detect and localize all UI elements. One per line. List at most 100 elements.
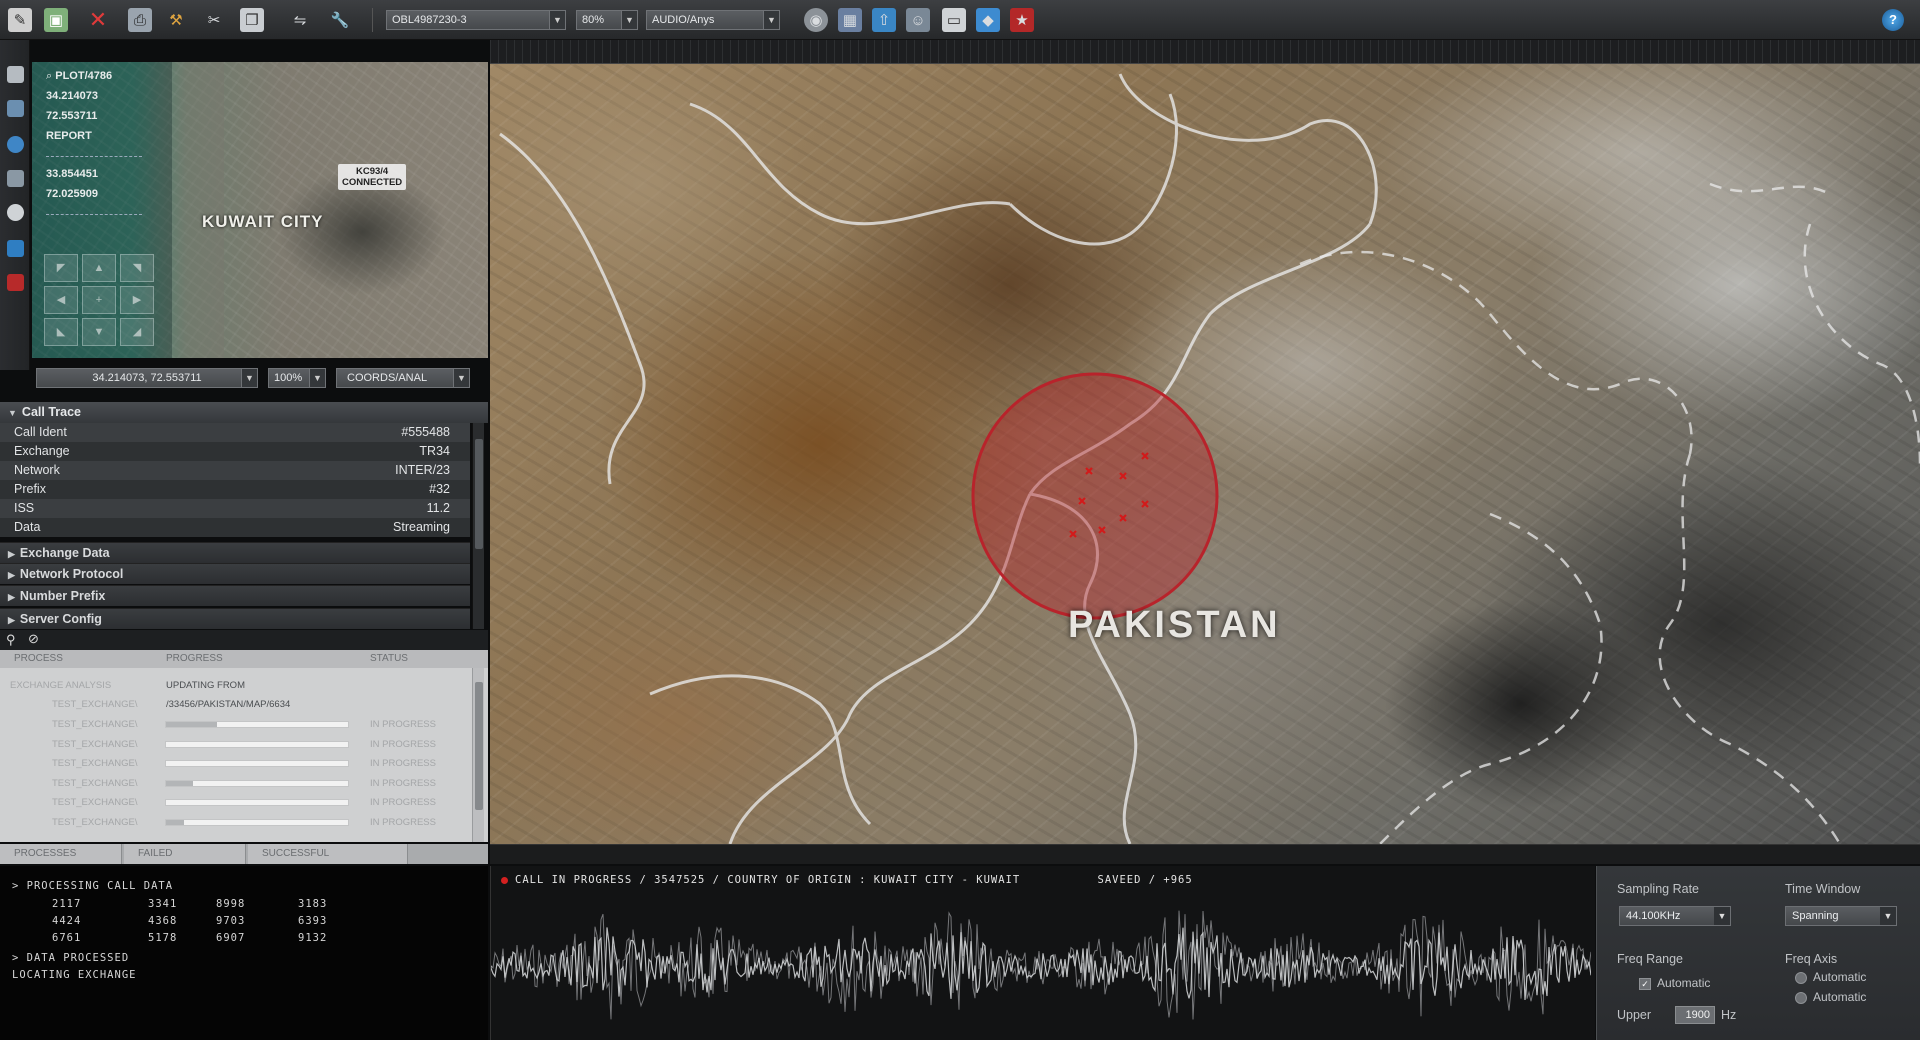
pan-down-left-button[interactable]: ◣	[44, 318, 78, 346]
upload-icon[interactable]: ⇧	[872, 8, 896, 32]
chevron-down-icon[interactable]: ▼	[453, 369, 469, 387]
pan-up-button[interactable]: ▲	[82, 254, 116, 282]
pan-up-left-button[interactable]: ◤	[44, 254, 78, 282]
trace-value: #555488	[401, 425, 450, 439]
zoom-select[interactable]: 80% ▼	[576, 10, 638, 30]
trace-value: Streaming	[393, 520, 450, 534]
freq-axis-label: Freq Axis	[1785, 952, 1838, 966]
globe-icon[interactable]	[7, 136, 24, 153]
link-icon[interactable]: ⇋	[288, 8, 312, 32]
section-server-config[interactable]: ▶ Server Config	[0, 608, 470, 629]
time-window-select[interactable]: Spanning ▼	[1785, 906, 1897, 926]
freq-range-label: Freq Range	[1617, 952, 1684, 966]
globe-icon[interactable]: ◉	[804, 8, 828, 32]
audio-select[interactable]: AUDIO/Anys ▼	[646, 10, 780, 30]
save-icon[interactable]: ▣	[44, 8, 68, 32]
chevron-down-icon[interactable]: ▼	[621, 11, 637, 29]
process-tabs: PROCESSES FAILED SUCCESSFUL	[0, 844, 488, 864]
main-map[interactable]: PAKISTAN	[490, 64, 1920, 844]
status-text: IN PROGRESS	[370, 817, 436, 828]
coords-select[interactable]: 34.214073, 72.553711 ▼	[36, 368, 258, 388]
border-line	[1008, 93, 1178, 246]
process-scrollbar[interactable]	[472, 668, 484, 842]
chevron-down-icon[interactable]: ▼	[763, 11, 779, 29]
star-icon[interactable]	[7, 274, 24, 291]
cut-icon[interactable]: ✂	[202, 8, 226, 32]
window-icon[interactable]: ▭	[942, 8, 966, 32]
pan-up-right-button[interactable]: ◥	[120, 254, 154, 282]
chevron-down-icon[interactable]: ▼	[1880, 907, 1896, 925]
cancel-icon[interactable]: ⊘	[28, 631, 39, 647]
tab-processes[interactable]: PROCESSES	[0, 844, 122, 864]
delete-icon[interactable]: ✕	[86, 7, 110, 32]
pan-right-button[interactable]: ▶	[120, 286, 154, 314]
expand-icon[interactable]: ▶	[8, 610, 15, 631]
progress-text: UPDATING FROM	[166, 680, 245, 691]
chevron-down-icon[interactable]: ▼	[549, 11, 565, 29]
expand-icon[interactable]: ▶	[8, 565, 15, 586]
table-row: TEST_EXCHANGE\ IN PROGRESS	[0, 813, 470, 833]
chevron-down-icon[interactable]: ▼	[241, 369, 257, 387]
help-icon[interactable]: ?	[1882, 9, 1904, 31]
coord1-lat: 34.214073	[46, 90, 98, 102]
panel-icon[interactable]	[7, 66, 24, 83]
pin-icon[interactable]: ⚲	[6, 632, 16, 648]
pan-down-right-button[interactable]: ◢	[120, 318, 154, 346]
collapse-icon[interactable]: ▼	[8, 403, 17, 424]
console-number: 4368	[148, 915, 178, 927]
user-icon[interactable]: ☺	[906, 8, 930, 32]
tab-successful[interactable]: SUCCESSFUL	[248, 844, 408, 864]
star-icon[interactable]: ★	[1010, 8, 1034, 32]
mini-zoom-select[interactable]: 100% ▼	[268, 368, 326, 388]
pan-left-button[interactable]: ◀	[44, 286, 78, 314]
call-trace-header[interactable]: ▼ Call Trace	[0, 402, 488, 423]
bookmark-icon[interactable]: ◆	[976, 8, 1000, 32]
sampling-rate-select[interactable]: 44.100KHz ▼	[1619, 906, 1731, 926]
scroll-thumb[interactable]	[475, 682, 483, 810]
table-row: Prefix #32	[0, 480, 470, 499]
section-number-prefix[interactable]: ▶ Number Prefix	[0, 585, 470, 606]
grid-icon[interactable]	[7, 100, 24, 117]
zoom-select-value: 80%	[582, 14, 605, 26]
expand-icon[interactable]: ▶	[8, 587, 15, 608]
mode-select[interactable]: COORDS/ANAL ▼	[336, 368, 470, 388]
search-icon[interactable]: ⌕	[46, 70, 52, 82]
chevron-down-icon[interactable]: ▼	[1714, 907, 1730, 925]
status-text: IN PROGRESS	[370, 758, 436, 770]
edit-icon[interactable]: ✎	[8, 8, 32, 32]
section-exchange-data[interactable]: ▶ Exchange Data	[0, 542, 470, 563]
user-icon[interactable]	[7, 170, 24, 187]
target-zone[interactable]	[971, 372, 1219, 620]
toolbar-divider	[372, 8, 373, 32]
chevron-down-icon[interactable]: ▼	[309, 369, 325, 387]
file-select[interactable]: OBL4987230-3 ▼	[386, 10, 566, 30]
divider	[46, 214, 142, 215]
audio-waveform[interactable]	[491, 896, 1591, 1036]
upper-frequency-input[interactable]: 1900	[1675, 1006, 1715, 1024]
expand-icon[interactable]: ▶	[8, 544, 15, 565]
table-row: TEST_EXCHANGE\ IN PROGRESS	[0, 715, 470, 735]
copy-icon[interactable]: ❐	[240, 8, 264, 32]
record-icon[interactable]	[7, 204, 24, 221]
connection-status: CONNECTED	[342, 177, 403, 188]
scroll-thumb[interactable]	[475, 439, 483, 549]
trace-scrollbar[interactable]	[472, 423, 484, 629]
console-number: 2117	[52, 898, 82, 910]
console-number: 6393	[298, 915, 328, 927]
print-icon[interactable]: ⎙	[128, 8, 152, 32]
target-circle[interactable]	[971, 372, 1219, 620]
section-network-protocol[interactable]: ▶ Network Protocol	[0, 563, 470, 584]
pan-down-button[interactable]: ▼	[82, 318, 116, 346]
wrench-icon[interactable]: 🔧	[328, 8, 352, 32]
mini-map[interactable]: ⌕ PLOT/4786 34.214073 72.553711 REPORT 3…	[32, 62, 488, 358]
pan-center-button[interactable]: +	[82, 286, 116, 314]
progress-bar	[165, 799, 349, 807]
map-horizontal-scrollbar[interactable]	[490, 844, 1920, 864]
freq-axis-radio-1[interactable]	[1795, 972, 1807, 984]
bookmark-icon[interactable]	[7, 240, 24, 257]
tools-icon[interactable]: ⚒	[164, 8, 188, 32]
freq-axis-radio-2[interactable]	[1795, 992, 1807, 1004]
layers-icon[interactable]: ▦	[838, 8, 862, 32]
freq-range-auto-checkbox[interactable]: ✓	[1639, 978, 1651, 990]
tab-failed[interactable]: FAILED	[124, 844, 246, 864]
